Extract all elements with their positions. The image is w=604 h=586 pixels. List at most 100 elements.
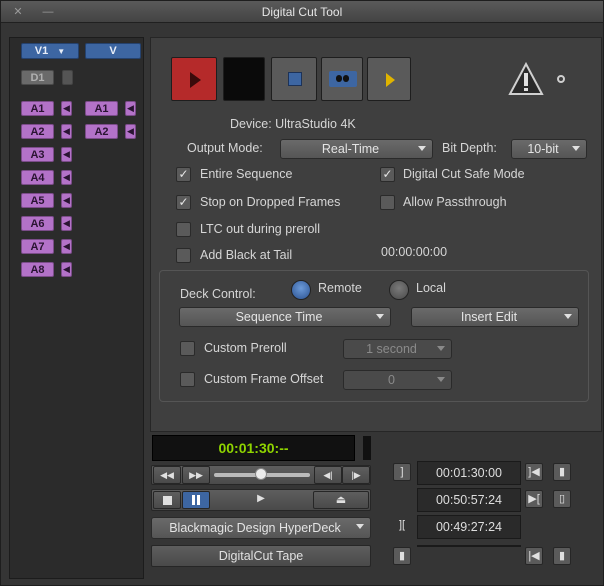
play-triangle-icon [190,72,201,88]
mark-clip-icon[interactable]: ▮ [393,547,411,565]
duration-icon: ][ [398,519,406,531]
title-bar: ✕ — Digital Cut Tool [1,1,603,23]
stop-on-dropped-frames-checkbox[interactable]: ✓ [176,195,191,210]
rewind-button[interactable]: ◀◀ [153,466,181,484]
source-monitor-icon[interactable]: ◀ [61,216,72,231]
custom-preroll-checkbox[interactable] [180,341,195,356]
source-track-4[interactable]: A4 [21,170,54,185]
record-monitor-icon[interactable]: ◀ [125,124,136,139]
source-monitor-icon[interactable]: ◀ [61,170,72,185]
custom-preroll-label: Custom Preroll [204,341,287,355]
deck-name-dropdown[interactable]: Blackmagic Design HyperDeck [151,517,371,539]
source-monitor-icon[interactable]: ◀ [61,193,72,208]
source-track-1[interactable]: A1 [21,101,54,116]
allow-passthrough-label: Allow Passthrough [403,195,507,209]
source-track-2[interactable]: A2 [21,124,54,139]
device-label: Device: UltraStudio 4K [230,117,356,131]
duration-timecode: 00:49:27:24 [417,515,521,539]
tape-name-button[interactable]: DigitalCut Tape [151,545,371,567]
remote-radio[interactable] [291,280,311,300]
output-mode-label: Output Mode: [187,141,263,155]
step-forward-button[interactable]: |▶ [342,466,370,484]
bit-depth-label: Bit Depth: [442,141,497,155]
empty-timecode [417,545,521,547]
warning-triangle-icon[interactable] [507,61,545,97]
v1-track-label: V1 [34,45,49,57]
track-selector-panel [9,37,144,579]
source-monitor-icon[interactable]: ◀ [61,239,72,254]
timecode-indicator [363,436,371,460]
custom-frame-offset-checkbox[interactable] [180,372,195,387]
pause-transport-button[interactable] [182,491,210,509]
eject-button[interactable]: ⏏ [313,491,369,509]
stop-button[interactable] [271,57,317,101]
play-icon[interactable]: ▶ [241,491,281,509]
stop-transport-button[interactable] [153,491,181,509]
chevron-down-icon: ▼ [57,47,66,56]
custom-preroll-dropdown[interactable]: 1 second [343,339,452,359]
bit-depth-dropdown[interactable]: 10-bit [511,139,587,159]
go-to-out-icon[interactable]: ▶[ [525,490,543,508]
shuttle-slider-handle[interactable] [255,468,267,480]
mark-in-icon[interactable]: ] [393,463,411,481]
stop-icon [162,496,172,505]
pause-button[interactable] [321,57,363,101]
v-track-button[interactable]: V [85,43,141,59]
mark-in-timecode: 00:01:30:00 [417,461,521,485]
play-yellow-icon [386,73,395,87]
digital-cut-safe-mode-checkbox[interactable]: ✓ [380,167,395,182]
step-back-button[interactable]: ◀| [314,466,342,484]
pause-icon [192,495,195,505]
add-black-label: Add Black at Tail [200,248,293,262]
window-title: Digital Cut Tool [261,5,343,19]
local-label: Local [416,281,446,295]
deck-control-label: Deck Control: [180,287,256,301]
digital-cut-tool-window: ✕ — Digital Cut Tool V1 ▼ V D1 A1 ◀ A2 ◀ A3 ◀… [0,0,604,586]
black-timecode: 00:00:00:00 [381,245,448,259]
go-to-in-icon[interactable]: ]◀ [525,463,543,481]
timecode-display: 00:01:30:-- [152,435,355,461]
d1-track-button[interactable]: D1 [21,70,54,85]
remote-label: Remote [318,281,362,295]
go-to-mark-icon[interactable]: |◀ [525,547,543,565]
status-indicator-icon [557,75,565,83]
source-track-3[interactable]: A3 [21,147,54,162]
digital-cut-safe-mode-label: Digital Cut Safe Mode [403,167,525,181]
entire-sequence-label: Entire Sequence [200,167,293,181]
custom-frame-offset-label: Custom Frame Offset [204,372,324,386]
edit-mode-dropdown[interactable]: Insert Edit [411,307,579,327]
fast-forward-button[interactable]: ▶▶ [182,466,210,484]
add-black-checkbox[interactable] [176,248,191,263]
source-track-7[interactable]: A7 [21,239,54,254]
record-track-2[interactable]: A2 [85,124,118,139]
source-track-8[interactable]: A8 [21,262,54,277]
source-track-6[interactable]: A6 [21,216,54,231]
record-button[interactable] [171,57,217,101]
clear-out-icon[interactable]: ▯ [553,490,571,508]
v1-track-button[interactable]: V1 ▼ [21,43,79,59]
source-monitor-icon[interactable]: ◀ [61,147,72,162]
ltc-out-checkbox[interactable] [176,222,191,237]
allow-passthrough-checkbox[interactable] [380,195,395,210]
source-track-5[interactable]: A5 [21,193,54,208]
stop-square-icon [288,72,302,86]
mark-out-timecode: 00:50:57:24 [417,488,521,512]
clear-in-icon[interactable]: ▮ [553,463,571,481]
stop-on-dropped-frames-label: Stop on Dropped Frames [200,195,341,209]
source-monitor-icon[interactable]: ◀ [61,101,72,116]
time-source-dropdown[interactable]: Sequence Time [179,307,391,327]
ltc-out-label: LTC out during preroll [200,222,320,236]
record-monitor-icon[interactable]: ◀ [125,101,136,116]
d1-monitor-icon[interactable] [62,70,73,85]
source-monitor-icon[interactable]: ◀ [61,262,72,277]
source-monitor-icon[interactable]: ◀ [61,124,72,139]
record-track-1[interactable]: A1 [85,101,118,116]
entire-sequence-checkbox[interactable]: ✓ [176,167,191,182]
custom-frame-offset-dropdown[interactable]: 0 [343,370,452,390]
local-radio[interactable] [389,280,409,300]
pause-dots-icon [329,71,357,87]
output-mode-dropdown[interactable]: Real-Time [280,139,433,159]
clear-marks-icon[interactable]: ▮ [553,547,571,565]
eject-play-button[interactable] [367,57,411,101]
preview-black-button[interactable] [223,57,265,101]
